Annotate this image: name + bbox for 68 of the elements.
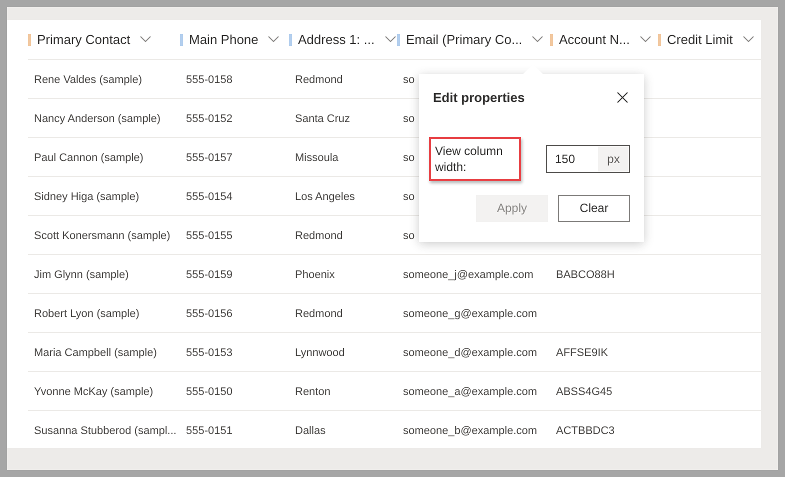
column-header[interactable]: Account N... [550, 20, 658, 59]
table-cell: so [403, 113, 415, 125]
chevron-down-icon [640, 36, 651, 43]
table-cell: ABSS4G45 [556, 386, 612, 398]
chevron-down-icon [532, 36, 544, 43]
column-title: Primary Contact [37, 30, 130, 49]
table-cell: Missoula [295, 152, 338, 164]
table-cell: 555-0158 [186, 74, 232, 86]
table-cell: Susanna Stubberod (sampl... [34, 425, 176, 437]
table-cell: so [403, 74, 415, 86]
table-cell: someone_j@example.com [403, 269, 534, 281]
table-cell: 555-0156 [186, 308, 232, 320]
table-cell: so [403, 230, 415, 242]
table-cell: so [403, 191, 415, 203]
column-title: Email (Primary Co... [406, 30, 522, 49]
column-title: Main Phone [189, 30, 258, 49]
table-cell: someone_a@example.com [403, 386, 538, 398]
table-cell: someone_g@example.com [403, 308, 538, 320]
column-header[interactable]: Address 1: ... [289, 20, 397, 59]
unit-label: px [598, 146, 629, 172]
table-cell: Maria Campbell (sample) [34, 347, 157, 359]
table-cell: 555-0155 [186, 230, 232, 242]
table-cell: someone_d@example.com [403, 347, 538, 359]
table-cell: ACTBBDC3 [556, 425, 615, 437]
table-cell: Los Angeles [295, 191, 355, 203]
popup-title: Edit properties [433, 89, 525, 107]
width-input[interactable]: 150 px [546, 144, 630, 172]
table-cell: Rene Valdes (sample) [34, 74, 142, 86]
table-cell: Paul Cannon (sample) [34, 152, 144, 164]
chevron-down-icon [268, 36, 280, 43]
table-cell: Renton [295, 386, 330, 398]
table-cell: Lynnwood [295, 347, 345, 359]
table-cell: AFFSE9IK [556, 347, 608, 359]
table-cell: Jim Glynn (sample) [34, 269, 129, 281]
table-cell: Redmond [295, 230, 343, 242]
table-cell: Dallas [295, 425, 326, 437]
chevron-down-icon [384, 36, 396, 43]
clear-button[interactable]: Clear [558, 194, 630, 222]
column-header[interactable]: Primary Contact [28, 20, 180, 59]
column-header[interactable]: Email (Primary Co... [397, 20, 550, 59]
table-cell: 555-0154 [186, 191, 232, 203]
table-cell: Scott Konersmann (sample) [34, 230, 170, 242]
table-cell: someone_b@example.com [403, 425, 538, 437]
column-header[interactable]: Main Phone [180, 20, 289, 59]
table-cell: Santa Cruz [295, 113, 350, 125]
table-cell: Phoenix [295, 269, 335, 281]
table-cell: 555-0159 [186, 269, 232, 281]
table-cell: 555-0152 [186, 113, 232, 125]
chevron-down-icon [140, 36, 152, 43]
field-label: View column width: [429, 136, 521, 180]
table-cell: 555-0150 [186, 386, 232, 398]
table-cell: Sidney Higa (sample) [34, 191, 140, 203]
chevron-down-icon [742, 36, 754, 43]
table-cell: Robert Lyon (sample) [34, 308, 140, 320]
column-header[interactable]: Credit Limit [658, 20, 761, 59]
column-title: Credit Limit [667, 30, 733, 49]
table-cell: BABCO88H [556, 269, 615, 281]
table-cell: Nancy Anderson (sample) [34, 113, 161, 125]
table-cell: 555-0153 [186, 347, 232, 359]
table-cell: so [403, 152, 415, 164]
table-cell: Yvonne McKay (sample) [34, 386, 154, 398]
table-cell: Redmond [295, 308, 343, 320]
table-cell: Redmond [295, 74, 343, 86]
table-cell: 555-0157 [186, 152, 232, 164]
close-icon [616, 92, 628, 104]
table-cell: 555-0151 [186, 425, 232, 437]
column-title: Address 1: ... [298, 30, 375, 49]
column-title: Account N... [559, 30, 630, 49]
